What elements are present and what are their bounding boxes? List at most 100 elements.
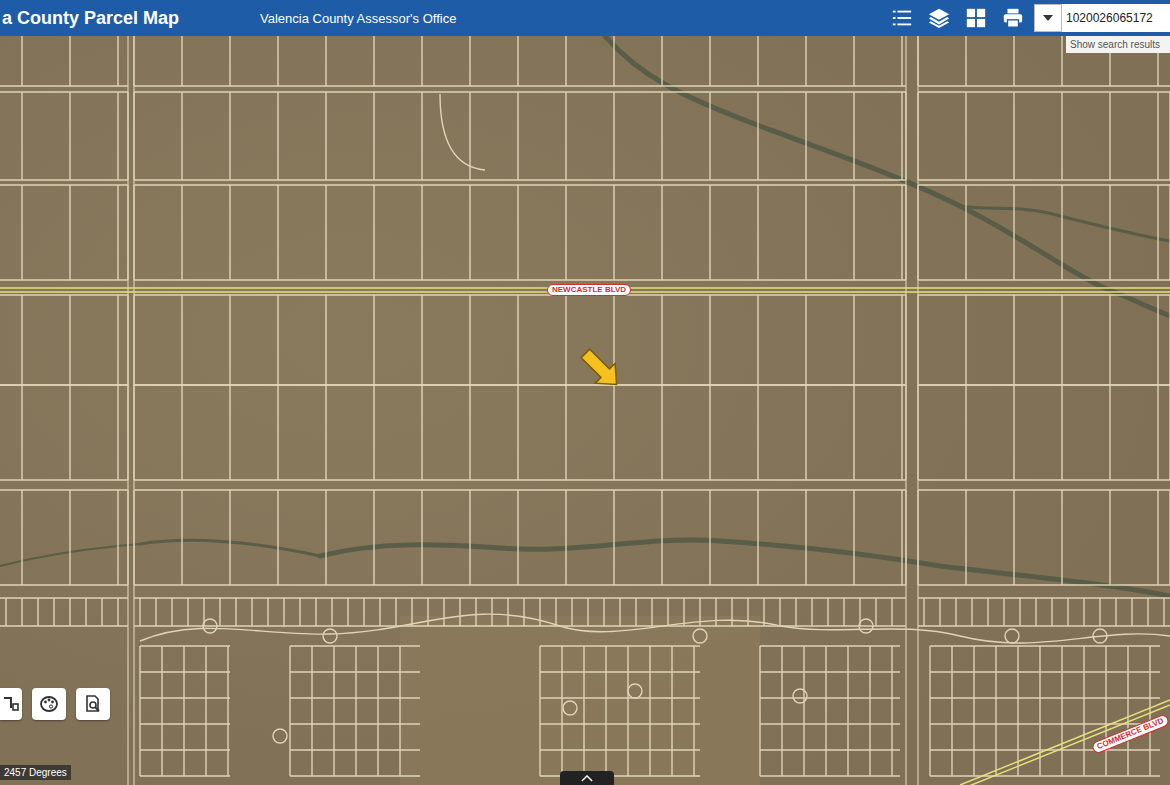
cul-de-sac xyxy=(203,619,217,633)
parcel-line xyxy=(619,598,620,626)
parcel-line xyxy=(565,490,566,585)
search-input[interactable]: 1020026065172 xyxy=(1062,4,1170,32)
parcel-line xyxy=(661,36,662,86)
parcel-line xyxy=(805,385,806,480)
parcel-line xyxy=(1109,490,1110,585)
parcel-line xyxy=(117,385,118,480)
parcel-line xyxy=(918,489,1170,490)
parcel-line xyxy=(517,295,518,385)
parcel-line xyxy=(965,185,966,280)
parcel-line xyxy=(1169,490,1170,585)
layers-icon[interactable] xyxy=(928,7,950,29)
expand-panel-button[interactable] xyxy=(560,771,614,785)
parcel-line xyxy=(459,598,460,626)
parcel-line xyxy=(731,598,732,626)
parcel-line xyxy=(0,279,128,280)
parcel-line xyxy=(140,697,230,698)
parcel-line xyxy=(918,384,1170,385)
search-results-hint[interactable]: Show search results xyxy=(1066,36,1170,53)
parcel-line xyxy=(561,646,562,776)
parcel-line xyxy=(891,646,892,776)
parcel-line xyxy=(333,646,334,776)
parcel-line xyxy=(1115,598,1116,626)
parcel-line xyxy=(613,92,614,180)
parcel-line xyxy=(1109,185,1110,280)
parcel-line xyxy=(939,598,940,626)
search-source-dropdown[interactable] xyxy=(1034,4,1062,32)
parcel-line xyxy=(183,646,184,776)
legend-list-icon[interactable] xyxy=(891,7,913,29)
parcel-line xyxy=(760,645,900,646)
parcel-line xyxy=(1061,646,1062,776)
parcel-line xyxy=(1061,385,1062,480)
parcel-line xyxy=(277,490,278,585)
parcel-line xyxy=(134,489,906,490)
parcel-line xyxy=(0,179,128,180)
parcel-line xyxy=(757,92,758,180)
parcel-line xyxy=(315,598,316,626)
query-button[interactable] xyxy=(76,688,110,720)
parcel-line xyxy=(1147,598,1148,626)
parcel-line xyxy=(21,36,22,86)
parcel-line xyxy=(0,85,128,86)
parcel-line xyxy=(1099,598,1100,626)
cul-de-sac xyxy=(563,701,577,715)
parcel-line xyxy=(69,92,70,180)
parcel-line xyxy=(134,384,906,385)
parcel-line xyxy=(229,92,230,180)
parcel-line xyxy=(1149,646,1150,776)
parcel-line xyxy=(21,185,22,280)
parcel-line xyxy=(134,584,906,585)
parcel-line xyxy=(1083,598,1084,626)
location-arrow-icon xyxy=(576,344,627,395)
parcel-line xyxy=(805,490,806,585)
parcel-line xyxy=(869,646,870,776)
roads xyxy=(128,36,918,785)
parcel-line xyxy=(1017,646,1018,776)
parcel-line xyxy=(661,295,662,385)
parcel-line xyxy=(613,36,614,86)
parcel-line xyxy=(235,598,236,626)
parcel-line xyxy=(918,584,1170,585)
parcel-line xyxy=(0,384,128,385)
parcel-line xyxy=(421,490,422,585)
parcel-line xyxy=(1131,598,1132,626)
parcel-line xyxy=(709,185,710,280)
parcel-line xyxy=(918,91,1170,92)
parcel-line xyxy=(331,598,332,626)
draw-button[interactable] xyxy=(32,688,66,720)
parcel-line xyxy=(0,489,128,490)
parcel-line xyxy=(757,36,758,86)
parcel-line xyxy=(805,295,806,385)
parcel-line xyxy=(507,598,508,626)
parcel-line xyxy=(0,625,128,626)
parcel-line xyxy=(421,295,422,385)
basemap-grid-icon[interactable] xyxy=(965,7,987,29)
map-view[interactable]: NEWCASTLE BLVD COMMERCE BLVD 2457 Degree… xyxy=(0,36,1170,785)
parcel-line xyxy=(469,385,470,480)
parcel-line xyxy=(965,385,966,480)
parcel-line xyxy=(918,85,1170,86)
parcel-line xyxy=(930,775,1160,776)
parcel-line xyxy=(139,598,140,626)
cul-de-sac xyxy=(693,629,707,643)
parcel-line xyxy=(539,646,540,776)
parcel-line xyxy=(421,185,422,280)
parcel-line xyxy=(53,598,54,626)
parcel-line xyxy=(205,646,206,776)
parcel-line xyxy=(760,671,900,672)
parcel-line xyxy=(140,671,230,672)
parcel-line xyxy=(565,185,566,280)
parcel-line xyxy=(1109,92,1110,180)
parcel-line xyxy=(1169,185,1170,280)
parcel-map-app: a County Parcel Map Valencia County Asse… xyxy=(0,0,1170,785)
parcel-line xyxy=(517,92,518,180)
parcel-line xyxy=(1105,646,1106,776)
measure-button[interactable] xyxy=(0,688,22,720)
parcel-line xyxy=(661,185,662,280)
document-search-icon xyxy=(83,694,103,714)
parcel-line xyxy=(421,385,422,480)
parcel-line xyxy=(0,597,128,598)
print-icon[interactable] xyxy=(1002,7,1024,29)
parcel-line xyxy=(613,490,614,585)
